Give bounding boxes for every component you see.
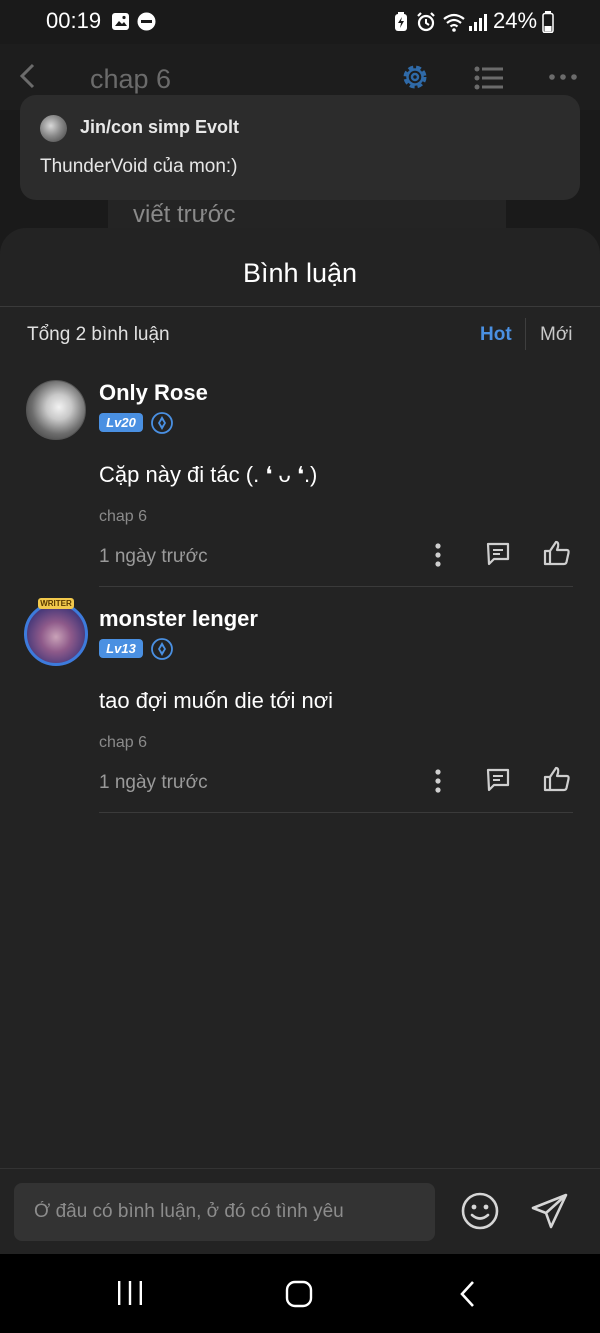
reply-icon[interactable]: [485, 541, 511, 567]
comment-time: 1 ngày trước: [99, 772, 208, 793]
reader-content-text: viết trước: [133, 201, 236, 228]
more-vertical-icon[interactable]: [435, 769, 441, 793]
avatar[interactable]: [24, 602, 88, 666]
comment-username[interactable]: monster lenger: [99, 606, 258, 632]
avatar[interactable]: [26, 380, 86, 440]
gallery-icon: [111, 12, 130, 31]
signal-icon: [468, 12, 488, 32]
divider: [0, 306, 600, 307]
status-time: 00:19: [46, 8, 102, 33]
emoji-icon[interactable]: [460, 1191, 500, 1231]
level-badge: Lv13: [99, 639, 143, 658]
notification-toast[interactable]: Jin/con simp Evolt ThunderVoid của mon:): [20, 95, 580, 200]
alarm-icon: [416, 12, 436, 32]
comment-count: Tổng 2 bình luận: [27, 324, 170, 345]
comment-input[interactable]: [14, 1183, 435, 1241]
battery-percent: 24%: [493, 8, 538, 33]
like-icon[interactable]: [543, 765, 571, 793]
battery-saver-icon: [393, 12, 409, 32]
comment-divider: [99, 586, 573, 587]
wifi-icon: [442, 12, 466, 32]
comment-input-bar: [0, 1168, 600, 1254]
more-options-icon[interactable]: [548, 73, 578, 81]
comment-input-container[interactable]: [14, 1183, 435, 1241]
comment-chapter[interactable]: chap 6: [99, 734, 147, 752]
like-icon[interactable]: [543, 539, 571, 567]
comment-divider: [99, 812, 573, 813]
comment-item: Only Rose Lv20 Cặp này đi tác (. ❛ ᴗ ❛.)…: [0, 380, 600, 606]
writer-tag: WRITER: [38, 598, 74, 609]
comments-sheet: Bình luận Tổng 2 bình luận Hot Mới Only …: [0, 228, 600, 1254]
reply-icon[interactable]: [485, 767, 511, 793]
sort-new-tab[interactable]: Mới: [540, 324, 573, 346]
comments-title: Bình luận: [242, 258, 358, 288]
status-bar: 00:19 24%: [0, 0, 600, 44]
battery-icon: [542, 11, 554, 33]
comment-time: 1 ngày trước: [99, 546, 208, 567]
comment-item: WRITER monster lenger Lv13 tao đợi muốn …: [0, 598, 600, 832]
verified-badge-icon: [151, 638, 173, 660]
back-icon[interactable]: [458, 1280, 476, 1308]
system-nav-bar: [0, 1254, 600, 1333]
settings-gear-icon[interactable]: [400, 62, 430, 92]
toast-avatar: [40, 115, 67, 142]
recent-apps-icon[interactable]: [116, 1280, 144, 1306]
sort-hot-tab[interactable]: Hot: [480, 324, 512, 346]
reader-title: chap 6: [90, 64, 172, 94]
comment-text: tao đợi muốn die tới nơi: [99, 688, 334, 713]
comment-username[interactable]: Only Rose: [99, 380, 208, 406]
more-vertical-icon[interactable]: [435, 543, 441, 567]
back-arrow-icon[interactable]: [18, 62, 36, 90]
comment-text: Cặp này đi tác (. ❛ ᴗ ❛.): [99, 462, 318, 487]
do-not-disturb-icon: [137, 12, 156, 31]
sort-divider: [525, 318, 526, 350]
send-icon[interactable]: [530, 1191, 570, 1231]
chapter-list-icon[interactable]: [474, 66, 504, 90]
toast-username: Jin/con simp Evolt: [80, 117, 240, 137]
home-icon[interactable]: [285, 1280, 313, 1308]
level-badge: Lv20: [99, 413, 143, 432]
comment-chapter[interactable]: chap 6: [99, 508, 147, 526]
toast-message: ThunderVoid của mon:): [40, 156, 238, 177]
verified-badge-icon: [151, 412, 173, 434]
